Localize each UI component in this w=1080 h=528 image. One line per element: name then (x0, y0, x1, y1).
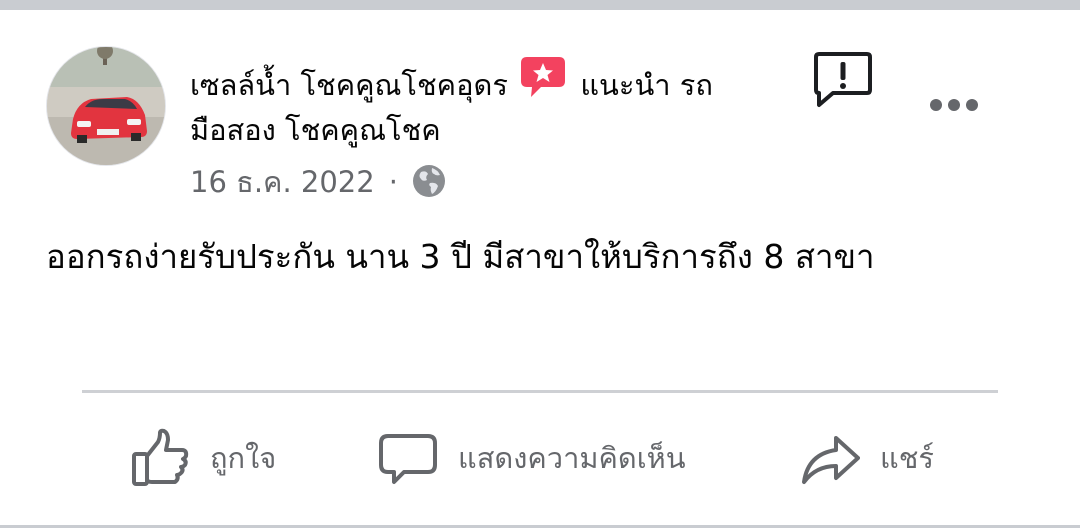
more-options-icon[interactable] (928, 94, 980, 116)
badge-label: แนะนำ รถ (580, 68, 713, 102)
post-header-title: เซลล์น้ำ โชคคูณโชคอุดร แนะนำ รถ มือสอง โ… (190, 57, 770, 151)
author-name[interactable]: เซลล์น้ำ โชคคูณโชคอุดร (190, 68, 508, 102)
meta-separator: · (388, 165, 398, 199)
share-label: แชร์ (880, 441, 934, 475)
like-button[interactable]: ถูกใจ (130, 424, 276, 492)
thumbs-up-icon (132, 428, 189, 486)
comment-button[interactable]: แสดงความคิดเห็น (378, 424, 686, 492)
post-date[interactable]: 16 ธ.ค. 2022 (190, 165, 375, 199)
like-label: ถูกใจ (210, 441, 277, 475)
actions-divider (82, 390, 998, 393)
star-badge-icon (521, 57, 566, 97)
globe-icon (412, 165, 445, 197)
author-avatar[interactable] (46, 46, 166, 166)
comment-label: แสดงความคิดเห็น (458, 441, 686, 475)
report-icon[interactable] (813, 50, 873, 108)
top-separator (0, 0, 1080, 10)
author-name-continued[interactable]: มือสอง โชคคูณโชค (190, 113, 441, 147)
post-body-text: ออกรถง่ายรับประกัน นาน 3 ปี มีสาขาให้บริ… (46, 237, 875, 276)
comment-bubble-icon (379, 434, 437, 484)
avatar-car-photo (47, 47, 165, 165)
share-arrow-icon (802, 436, 860, 484)
post-meta: 16 ธ.ค. 2022 · (190, 160, 446, 204)
share-button[interactable]: แชร์ (800, 424, 934, 492)
